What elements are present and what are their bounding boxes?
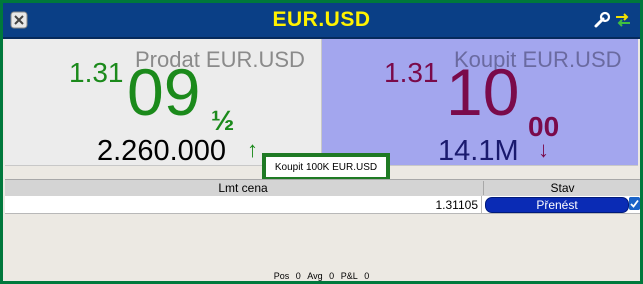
position-summary: Pos 0 Avg 0 P&L 0 xyxy=(3,271,640,281)
down-arrow-icon: ↓ xyxy=(538,137,549,162)
orders-table-header: Lmt cena Stav xyxy=(5,179,640,197)
sell-panel[interactable]: Prodat EUR.USD 1.31 09 ½ 2.260.000 ↑ xyxy=(5,39,322,166)
buy-panel[interactable]: Koupit EUR.USD 1.31 10 00 14.1M ↓ xyxy=(322,39,638,166)
pos-value: 0 xyxy=(295,271,301,281)
order-preview-text: Koupit 100K EUR.USD xyxy=(274,162,378,173)
column-divider xyxy=(481,196,482,213)
pnl-label: P&L xyxy=(340,271,358,281)
sell-price-prefix: 1.31 xyxy=(69,57,124,88)
column-header-limit-price[interactable]: Lmt cena xyxy=(5,181,481,195)
trading-window: EUR.USD Prodat EUR.USD 1.31 09 ½ 2.260.0… xyxy=(0,0,643,284)
order-preview-tooltip: Koupit 100K EUR.USD xyxy=(262,153,390,181)
avg-value: 0 xyxy=(329,271,335,281)
buy-price-prefix: 1.31 xyxy=(384,57,439,88)
buy-price-main: 10 xyxy=(446,55,520,129)
sell-price-fraction: ½ xyxy=(211,105,235,136)
avg-label: Avg xyxy=(307,271,323,281)
sell-size: 2.260.000 xyxy=(97,135,227,166)
table-row[interactable]: 1.31105 Přenést xyxy=(5,196,640,214)
window-title: EUR.USD xyxy=(272,8,371,31)
title-bar: EUR.USD xyxy=(3,3,640,39)
swap-arrows-icon[interactable] xyxy=(614,11,632,29)
limit-price-cell[interactable]: 1.31105 xyxy=(436,198,479,212)
checkmark-icon[interactable] xyxy=(629,197,640,210)
pnl-value: 0 xyxy=(364,271,370,281)
sell-price-main: 09 xyxy=(127,55,201,129)
pos-label: Pos xyxy=(273,271,290,281)
column-header-status[interactable]: Stav xyxy=(483,181,641,195)
wrench-icon[interactable] xyxy=(593,11,611,29)
buy-size: 14.1M xyxy=(438,135,519,166)
transfer-button[interactable]: Přenést xyxy=(485,197,629,213)
up-arrow-icon: ↑ xyxy=(247,137,258,162)
